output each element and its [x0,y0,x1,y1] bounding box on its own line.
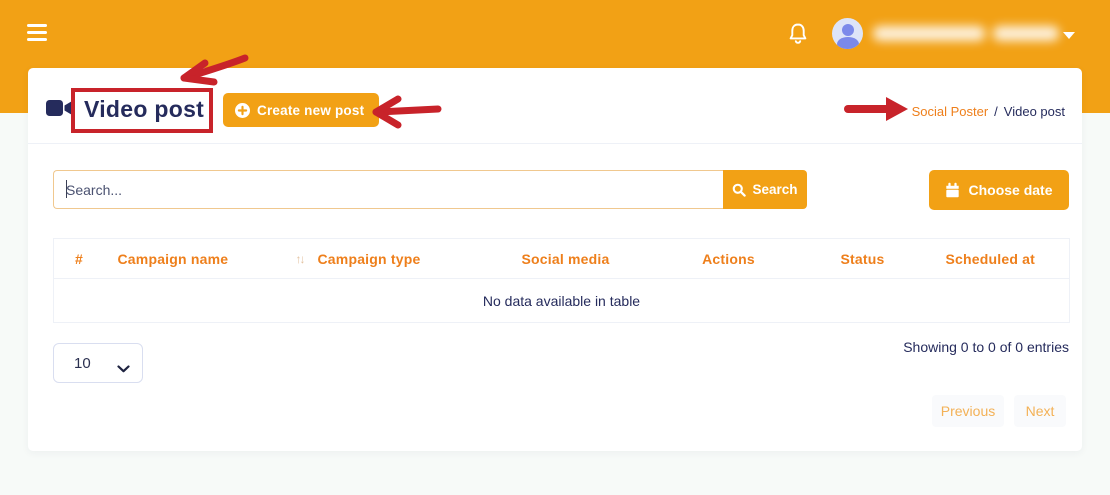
empty-table-message: No data available in table [54,279,1070,323]
choose-date-label: Choose date [968,182,1052,198]
search-input[interactable] [53,170,723,209]
chevron-down-icon [1063,32,1075,39]
column-header-social-media[interactable]: Social media [488,239,644,279]
column-header-campaign-type[interactable]: Campaign type [318,239,488,279]
breadcrumb: Social Poster / Video post [912,104,1065,119]
column-header-status[interactable]: Status [814,239,912,279]
video-post-card: Video post Create new post Social Poster… [28,68,1082,451]
search-button-label: Search [752,182,797,197]
column-header-scheduled-at[interactable]: Scheduled at [912,239,1070,279]
column-header-campaign-name[interactable]: Campaign name ↑↓ [118,239,318,279]
calendar-icon [945,182,960,198]
card-header-divider [28,143,1082,144]
page-title: Video post [84,94,204,124]
text-cursor [66,180,67,198]
user-avatar[interactable] [832,18,863,49]
previous-button[interactable]: Previous [932,395,1004,427]
search-button[interactable]: Search [723,170,807,209]
user-name-blurred[interactable] [873,26,1061,41]
notification-bell-icon[interactable] [786,22,810,48]
showing-entries-text: Showing 0 to 0 of 0 entries [903,339,1069,355]
plus-circle-icon [235,103,250,118]
column-header-actions[interactable]: Actions [644,239,814,279]
create-new-post-label: Create new post [257,103,364,118]
choose-date-button[interactable]: Choose date [929,170,1069,210]
video-camera-icon [45,97,75,124]
create-new-post-button[interactable]: Create new post [223,93,379,127]
hamburger-menu-icon[interactable] [27,24,47,41]
sort-icon[interactable]: ↑↓ [296,252,304,266]
breadcrumb-current: Video post [1004,104,1065,119]
campaigns-table: # Campaign name ↑↓ Campaign type Social … [53,238,1069,323]
breadcrumb-link-social-poster[interactable]: Social Poster [912,104,989,119]
page-size-select-wrap: 10 [53,343,143,383]
empty-table-row: No data available in table [54,279,1070,323]
page-size-select[interactable]: 10 [53,343,143,383]
next-button[interactable]: Next [1014,395,1066,427]
breadcrumb-separator: / [994,104,998,119]
table-header-row: # Campaign name ↑↓ Campaign type Social … [54,239,1070,279]
search-group: Search [53,170,807,209]
column-header-index[interactable]: # [54,239,118,279]
search-icon [732,183,746,197]
